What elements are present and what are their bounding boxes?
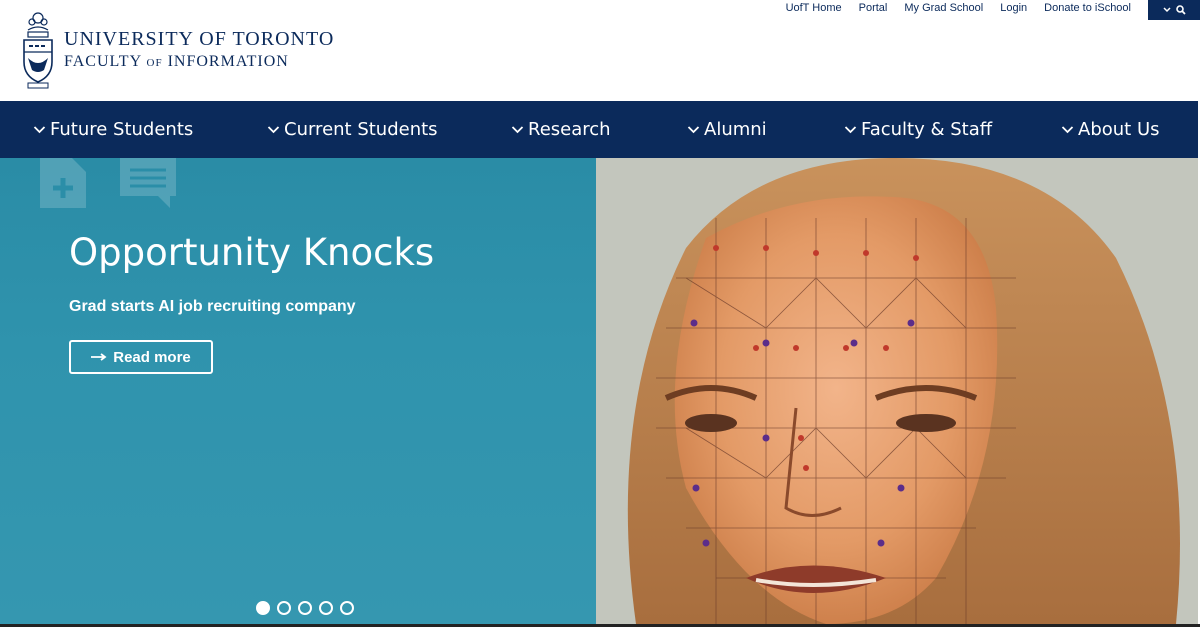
university-crest-icon (23, 12, 53, 89)
hero-text-panel: Opportunity Knocks Grad starts AI job re… (0, 158, 596, 624)
carousel-dot-2[interactable] (277, 601, 291, 615)
utility-link-login[interactable]: Login (1000, 2, 1027, 14)
nav-item-current-students[interactable]: Current Students (267, 101, 438, 158)
carousel-dot-1[interactable] (256, 601, 270, 615)
nav-item-future-students[interactable]: Future Students (33, 101, 193, 158)
utility-link-my-grad-school[interactable]: My Grad School (904, 2, 983, 14)
nav-item-label: Faculty & Staff (861, 119, 993, 140)
utility-link-portal[interactable]: Portal (859, 2, 888, 14)
chevron-down-icon (1162, 7, 1171, 13)
nav-item-research[interactable]: Research (511, 101, 611, 158)
site-logo[interactable]: UNIVERSITY OF TORONTO FACULTY OF INFORMA… (20, 10, 334, 90)
chevron-down-icon (687, 125, 700, 133)
search-toggle-button[interactable] (1148, 0, 1200, 20)
chevron-down-icon (844, 125, 857, 133)
site-header: UNIVERSITY OF TORONTO FACULTY OF INFORMA… (0, 0, 1200, 101)
chevron-down-icon (267, 125, 280, 133)
carousel-pagination (256, 601, 354, 615)
chevron-down-icon (33, 125, 46, 133)
utility-nav: UofT Home Portal My Grad School Login Do… (786, 0, 1200, 20)
nav-item-faculty-staff[interactable]: Faculty & Staff (844, 101, 992, 158)
carousel-dot-3[interactable] (298, 601, 312, 615)
chat-bubble-icon (120, 158, 176, 208)
chevron-down-icon (511, 125, 524, 133)
read-more-label: Read more (113, 348, 191, 366)
logo-wordmark: UNIVERSITY OF TORONTO FACULTY OF INFORMA… (64, 28, 334, 73)
logo-university-name: UNIVERSITY OF TORONTO (64, 27, 335, 50)
nav-item-label: Research (528, 119, 611, 140)
arrow-right-icon (91, 353, 107, 361)
nav-item-label: About Us (1078, 119, 1160, 140)
nav-item-label: Future Students (50, 119, 194, 140)
carousel-dot-5[interactable] (340, 601, 354, 615)
hero-carousel: Opportunity Knocks Grad starts AI job re… (0, 158, 1198, 624)
main-nav: Future Students Current Students Researc… (0, 101, 1198, 158)
nav-item-label: Alumni (704, 119, 767, 140)
utility-link-donate[interactable]: Donate to iSchool (1044, 2, 1131, 14)
document-add-icon (40, 158, 86, 208)
nav-item-alumni[interactable]: Alumni (687, 101, 767, 158)
carousel-dot-4[interactable] (319, 601, 333, 615)
read-more-button[interactable]: Read more (69, 340, 213, 374)
nav-item-about-us[interactable]: About Us (1061, 101, 1160, 158)
chevron-down-icon (1061, 125, 1074, 133)
logo-faculty-name: FACULTY OF INFORMATION (64, 52, 289, 70)
nav-item-label: Current Students (284, 119, 438, 140)
hero-subtitle: Grad starts AI job recruiting company (69, 298, 356, 315)
utility-link-uoft-home[interactable]: UofT Home (786, 2, 842, 14)
hero-image (596, 158, 1198, 624)
hero-title: Opportunity Knocks (69, 231, 435, 274)
search-icon (1175, 5, 1186, 15)
